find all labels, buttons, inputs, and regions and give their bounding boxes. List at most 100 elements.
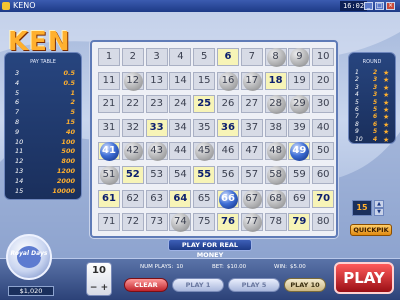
keno-number-cell[interactable]: 52 — [121, 166, 144, 184]
keno-number-cell[interactable]: 19 — [288, 71, 311, 90]
keno-number-cell[interactable]: 37 — [240, 118, 263, 137]
keno-number-cell[interactable]: 60 — [312, 166, 335, 184]
keno-number-cell[interactable]: 36 — [217, 118, 239, 137]
keno-number-cell[interactable]: 34 — [169, 118, 192, 137]
keno-number-cell[interactable]: 78 — [264, 213, 287, 232]
keno-number-cell[interactable]: 70 — [312, 189, 335, 208]
keno-number-cell[interactable]: 18 — [264, 71, 287, 90]
keno-number-cell[interactable]: 66 — [217, 189, 239, 209]
keno-number-cell[interactable]: 45 — [193, 142, 216, 162]
maximize-button[interactable]: □ — [375, 2, 384, 10]
keno-number-cell[interactable]: 77 — [240, 213, 263, 233]
window-title: KENO — [13, 1, 36, 10]
keno-number-cell[interactable]: 21 — [98, 95, 120, 114]
keno-number-cell[interactable]: 68 — [264, 189, 287, 209]
keno-number-cell[interactable]: 75 — [193, 213, 216, 232]
coin-plus-icon[interactable]: + — [101, 283, 109, 293]
play-10-button[interactable]: PLAY 10 — [284, 278, 326, 292]
keno-number-cell[interactable]: 8 — [264, 48, 287, 67]
keno-number-cell[interactable]: 5 — [193, 48, 216, 66]
balance-display: $1,020 — [8, 286, 54, 296]
keno-number-cell[interactable]: 43 — [145, 142, 168, 162]
keno-number-cell[interactable]: 49 — [288, 142, 311, 162]
keno-number-cell[interactable]: 76 — [217, 213, 239, 232]
play-1-button[interactable]: PLAY 1 — [172, 278, 224, 292]
keno-number-cell[interactable]: 58 — [264, 166, 287, 185]
keno-number-cell[interactable]: 24 — [169, 95, 192, 114]
keno-number-cell[interactable]: 64 — [169, 189, 192, 208]
keno-number-cell[interactable]: 50 — [312, 142, 335, 161]
keno-number-cell[interactable]: 42 — [121, 142, 144, 162]
keno-number-cell[interactable]: 16 — [217, 71, 239, 91]
play-5-button[interactable]: PLAY 5 — [228, 278, 280, 292]
keno-number-cell[interactable]: 10 — [312, 48, 335, 66]
quickpick-button[interactable]: QUICKPIK — [350, 224, 392, 236]
keno-number-cell[interactable]: 11 — [98, 71, 120, 90]
keno-number-cell[interactable]: 51 — [98, 166, 120, 185]
keno-number-cell[interactable]: 54 — [169, 166, 192, 184]
keno-number-cell[interactable]: 72 — [121, 213, 144, 232]
keno-number-cell[interactable]: 2 — [121, 48, 144, 66]
play-for-real-money-banner[interactable]: PLAY FOR REAL MONEY — [168, 239, 252, 259]
keno-number-cell[interactable]: 79 — [288, 213, 311, 232]
keno-number-cell[interactable]: 48 — [264, 142, 287, 162]
keno-number-cell[interactable]: 44 — [169, 142, 192, 161]
keno-number-cell[interactable]: 20 — [312, 71, 335, 90]
keno-number-cell[interactable]: 9 — [288, 48, 311, 67]
keno-number-cell[interactable]: 61 — [98, 189, 120, 208]
keno-number-cell[interactable]: 14 — [169, 71, 192, 90]
keno-number-cell[interactable]: 31 — [98, 118, 120, 137]
keno-number-cell[interactable]: 55 — [193, 166, 216, 184]
bet-up-icon[interactable]: ▲ — [374, 200, 384, 208]
keno-number-cell[interactable]: 25 — [193, 95, 216, 114]
keno-number-cell[interactable]: 15 — [193, 71, 216, 90]
coin-minus-icon[interactable]: − — [90, 283, 98, 293]
keno-number-cell[interactable]: 57 — [240, 166, 263, 184]
keno-number-cell[interactable]: 28 — [264, 95, 287, 115]
keno-number-cell[interactable]: 3 — [145, 48, 168, 66]
keno-number-cell[interactable]: 4 — [169, 48, 192, 66]
keno-number-cell[interactable]: 80 — [312, 213, 335, 232]
keno-number-cell[interactable]: 73 — [145, 213, 168, 232]
keno-number-cell[interactable]: 27 — [240, 95, 263, 114]
keno-number-cell[interactable]: 23 — [145, 95, 168, 114]
keno-number-cell[interactable]: 62 — [121, 189, 144, 208]
keno-number-cell[interactable]: 47 — [240, 142, 263, 161]
keno-number-cell[interactable]: 71 — [98, 213, 120, 232]
play-button[interactable]: PLAY — [334, 262, 394, 294]
close-button[interactable]: × — [386, 2, 395, 10]
keno-number-cell[interactable]: 35 — [193, 118, 216, 137]
keno-number-cell[interactable]: 12 — [121, 71, 144, 91]
keno-number-cell[interactable]: 30 — [312, 95, 335, 114]
keno-number-cell[interactable]: 39 — [288, 118, 311, 137]
clear-button[interactable]: CLEAR — [124, 278, 168, 292]
pay-table-row: 13 1200 — [11, 167, 77, 176]
keno-number-cell[interactable]: 1 — [98, 48, 120, 66]
keno-number-cell[interactable]: 67 — [240, 189, 263, 209]
keno-number-cell[interactable]: 63 — [145, 189, 168, 208]
coin-value-chip[interactable]: 10 − + — [86, 262, 112, 296]
bet-stepper[interactable]: ▲ ▼ — [374, 200, 384, 216]
keno-number-cell[interactable]: 32 — [121, 118, 144, 137]
keno-number-cell[interactable]: 33 — [145, 118, 168, 137]
keno-number-cell[interactable]: 38 — [264, 118, 287, 137]
keno-number-cell[interactable]: 41 — [98, 142, 120, 162]
keno-number-cell[interactable]: 74 — [169, 213, 192, 233]
keno-number-cell[interactable]: 53 — [145, 166, 168, 184]
keno-number-cell[interactable]: 40 — [312, 118, 335, 137]
coin-stepper[interactable]: − + — [87, 283, 111, 293]
keno-number-cell[interactable]: 29 — [288, 95, 311, 115]
keno-number-cell[interactable]: 56 — [217, 166, 239, 184]
keno-number-cell[interactable]: 6 — [217, 48, 239, 66]
minimize-button[interactable]: _ — [364, 2, 373, 10]
keno-number-cell[interactable]: 17 — [240, 71, 263, 91]
bet-down-icon[interactable]: ▼ — [374, 208, 384, 216]
keno-number-cell[interactable]: 26 — [217, 95, 239, 114]
keno-number-cell[interactable]: 22 — [121, 95, 144, 114]
keno-number-cell[interactable]: 69 — [288, 189, 311, 208]
keno-number-cell[interactable]: 59 — [288, 166, 311, 184]
keno-number-cell[interactable]: 7 — [240, 48, 263, 66]
keno-number-cell[interactable]: 13 — [145, 71, 168, 90]
keno-number-cell[interactable]: 65 — [193, 189, 216, 208]
keno-number-cell[interactable]: 46 — [217, 142, 239, 161]
